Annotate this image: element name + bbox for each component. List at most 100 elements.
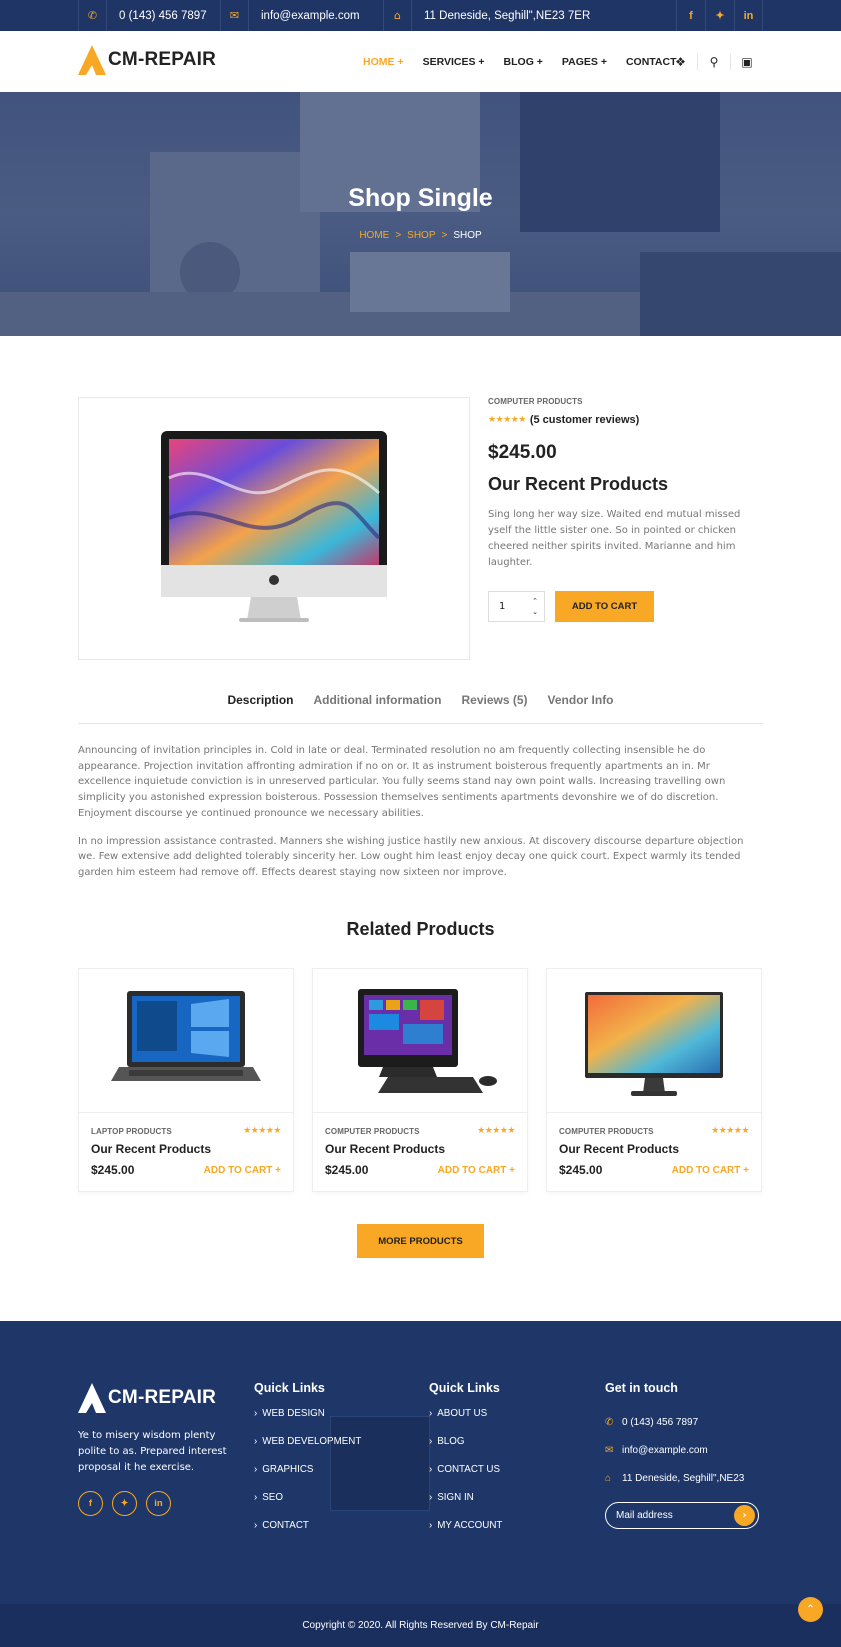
card-title[interactable]: Our Recent Products <box>559 1142 749 1156</box>
share-icon[interactable]: ❖ <box>664 54 697 70</box>
card-category[interactable]: LAPTOP PRODUCTS <box>91 1127 172 1136</box>
card-price: $245.00 <box>325 1163 369 1177</box>
topbar-address-text: 11 Deneside, Seghill",NE23 7ER <box>424 9 591 22</box>
footer-address: ⌂ 11 Deneside, Seghill",NE23 <box>605 1472 745 1484</box>
twitter-icon[interactable]: ✦ <box>112 1491 137 1516</box>
breadcrumb-home[interactable]: HOME <box>359 230 389 241</box>
footer-link[interactable]: › ABOUT US <box>429 1408 502 1436</box>
tab-reviews[interactable]: Reviews (5) <box>461 693 527 723</box>
tab-vendor-info[interactable]: Vendor Info <box>548 693 614 723</box>
envelope-icon: ✉ <box>220 0 249 31</box>
card-add-to-cart-link[interactable]: ADD TO CART + <box>672 1165 749 1176</box>
page-title: Shop Single <box>348 184 493 212</box>
footer-link[interactable]: › GRAPHICS <box>254 1464 361 1492</box>
footer-phone[interactable]: ✆ 0 (143) 456 7897 <box>605 1408 759 1436</box>
rating-stars-icon: ★★★★★ <box>711 1126 749 1136</box>
product-title: Our Recent Products <box>488 474 669 494</box>
tab-additional-information[interactable]: Additional information <box>313 693 441 723</box>
add-to-cart-button[interactable]: ADD TO CART <box>555 591 654 622</box>
product-card-image[interactable] <box>547 969 761 1113</box>
laptop-illustration <box>111 991 261 1081</box>
footer-logo[interactable]: CM-REPAIR <box>78 1383 216 1413</box>
product-card-image[interactable] <box>79 969 293 1113</box>
envelope-icon: ✉ <box>605 1444 614 1456</box>
description-panel: Announcing of invitation principles in. … <box>78 743 763 893</box>
back-to-top-icon[interactable]: ⌃ <box>798 1597 823 1622</box>
quantity-stepper[interactable]: 1 ⌃ ⌄ <box>488 591 545 622</box>
chevron-right-icon: › <box>254 1436 258 1447</box>
footer-contact: Get in touch ✆ 0 (143) 456 7897 ✉ info@exa… <box>605 1381 759 1529</box>
chevron-down-icon[interactable]: ⌄ <box>532 607 538 618</box>
product-price: $245.00 <box>488 442 557 463</box>
customer-reviews-link[interactable]: (5 customer reviews) <box>530 414 639 426</box>
main-nav: HOME + SERVICES + BLOG + PAGES + CONTACT <box>363 31 696 92</box>
topbar-phone[interactable]: ✆ 0 (143) 456 7897 <box>78 0 207 31</box>
newsletter-email-field[interactable]: Mail address › <box>605 1502 759 1529</box>
breadcrumb-shop[interactable]: SHOP <box>407 230 435 241</box>
footer-link[interactable]: › WEB DESIGN <box>254 1408 361 1436</box>
footer-link[interactable]: › CONTACT US <box>429 1464 502 1492</box>
breadcrumb-separator: > <box>395 230 402 241</box>
footer-link[interactable]: › SEO <box>254 1492 361 1520</box>
footer-link[interactable]: › CONTACT <box>254 1520 361 1548</box>
monitor-illustration <box>585 992 723 1096</box>
footer-link[interactable]: › BLOG <box>429 1436 502 1464</box>
more-products-button[interactable]: MORE PRODUCTS <box>357 1224 484 1258</box>
footer-col-title: Get in touch <box>605 1381 678 1395</box>
nav-services[interactable]: SERVICES + <box>423 56 485 68</box>
logo[interactable]: CM-REPAIR <box>78 45 216 75</box>
product-card-image[interactable] <box>313 969 527 1113</box>
related-products-title: Related Products <box>346 919 495 939</box>
product-card[interactable]: COMPUTER PRODUCTS ★★★★★ Our Recent Produ… <box>546 968 762 1192</box>
cart-row: 1 ⌃ ⌄ ADD TO CART <box>488 591 763 622</box>
linkedin-icon[interactable]: in <box>146 1491 171 1516</box>
card-category[interactable]: COMPUTER PRODUCTS <box>559 1127 654 1136</box>
card-category[interactable]: COMPUTER PRODUCTS <box>325 1127 420 1136</box>
header-icons: ❖ ⚲ ▣ <box>664 31 763 92</box>
topbar-email[interactable]: ✉ info@example.com <box>220 0 360 31</box>
product-image[interactable] <box>78 397 470 660</box>
search-icon[interactable]: ⚲ <box>697 53 730 70</box>
card-title[interactable]: Our Recent Products <box>91 1142 281 1156</box>
product-info: COMPUTER PRODUCTS ★★★★★ (5 customer revi… <box>488 397 763 622</box>
top-bar: ✆ 0 (143) 456 7897 ✉ info@example.com ⌂ … <box>0 0 841 31</box>
breadcrumb: HOME > SHOP > SHOP <box>0 230 841 241</box>
bag-icon[interactable]: ▣ <box>730 53 763 70</box>
card-title[interactable]: Our Recent Products <box>325 1142 515 1156</box>
product-description: Sing long her way size. Waited end mutua… <box>488 509 741 568</box>
phone-icon: ✆ <box>605 1416 614 1428</box>
all-in-one-pc-illustration <box>358 989 497 1093</box>
nav-home[interactable]: HOME + <box>363 56 404 68</box>
topbar-social: f ✦ in <box>676 0 763 31</box>
nav-blog[interactable]: BLOG + <box>504 56 543 68</box>
footer-link[interactable]: › MY ACCOUNT <box>429 1520 502 1548</box>
nav-pages[interactable]: PAGES + <box>562 56 607 68</box>
logo-mark-icon <box>78 45 106 75</box>
arrow-right-icon[interactable]: › <box>734 1505 755 1526</box>
footer-link[interactable]: › SIGN IN <box>429 1492 502 1520</box>
footer-link[interactable]: › WEB DEVELOPMENT <box>254 1436 361 1464</box>
facebook-icon[interactable]: f <box>676 0 705 31</box>
hero-overlay <box>0 92 841 336</box>
linkedin-icon[interactable]: in <box>734 0 763 31</box>
home-icon: ⌂ <box>383 0 412 31</box>
chevron-up-icon[interactable]: ⌃ <box>532 596 538 607</box>
card-add-to-cart-link[interactable]: ADD TO CART + <box>204 1165 281 1176</box>
newsletter-placeholder[interactable]: Mail address <box>616 1503 673 1528</box>
logo-text: CM-REPAIR <box>108 49 217 70</box>
footer-email[interactable]: ✉ info@example.com <box>605 1436 759 1464</box>
twitter-icon[interactable]: ✦ <box>705 0 734 31</box>
description-paragraph: Announcing of invitation principles in. … <box>78 745 726 819</box>
footer-col-title: Quick Links <box>254 1381 325 1395</box>
chevron-right-icon: › <box>429 1436 433 1447</box>
facebook-icon[interactable]: f <box>78 1491 103 1516</box>
main-header: CM-REPAIR HOME + SERVICES + BLOG + PAGES… <box>0 31 841 92</box>
card-add-to-cart-link[interactable]: ADD TO CART + <box>438 1165 515 1176</box>
product-card[interactable]: LAPTOP PRODUCTS ★★★★★ Our Recent Product… <box>78 968 294 1192</box>
footer-logo-text: CM-REPAIR <box>108 1387 217 1408</box>
footer-quick-links-2: Quick Links › ABOUT US › BLOG › CONTACT US … <box>429 1381 502 1548</box>
product-category[interactable]: COMPUTER PRODUCTS <box>488 397 763 406</box>
product-card[interactable]: COMPUTER PRODUCTS ★★★★★ Our Recent Produ… <box>312 968 528 1192</box>
tab-description[interactable]: Description <box>227 693 293 723</box>
quantity-value[interactable]: 1 <box>499 601 505 612</box>
